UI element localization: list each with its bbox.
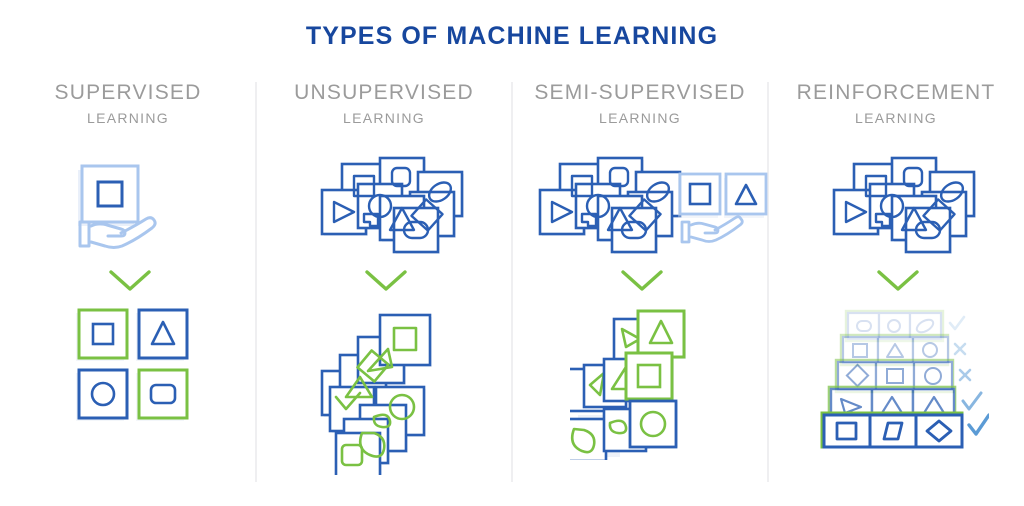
reinforcement-chevron-down-icon: [877, 270, 919, 291]
supervised-output-grid: [76, 308, 189, 421]
stage-unsupervised: [256, 0, 512, 506]
stage-semi-supervised: [512, 0, 768, 506]
supervised-input-icon: [78, 164, 157, 249]
unsupervised-chevron-down-icon: [365, 270, 407, 291]
semi-supervised-labeled-examples: [678, 172, 768, 244]
column-reinforcement: REINFORCEMENT LEARNING: [768, 0, 1024, 506]
stage-supervised: [0, 0, 256, 506]
column-supervised: SUPERVISED LEARNING: [0, 0, 256, 506]
infographic-canvas: TYPES OF MACHINE LEARNING SUPERVISED LEA…: [0, 0, 1024, 506]
supervised-chevron-down-icon: [109, 270, 151, 291]
unsupervised-input-cluster: [320, 156, 464, 254]
output-card: [77, 308, 129, 360]
columns-container: SUPERVISED LEARNING UNSUPERVISED LEARNIN…: [0, 0, 1024, 506]
reinforcement-input-cluster: [832, 156, 976, 254]
stage-reinforcement: [768, 0, 1024, 506]
unsupervised-output-clusters: [320, 313, 432, 475]
column-semi-supervised: SEMI-SUPERVISED LEARNING: [512, 0, 768, 506]
semi-supervised-input-cluster: [538, 156, 682, 254]
output-card: [137, 368, 189, 420]
output-card: [137, 308, 189, 360]
output-card: [77, 368, 129, 420]
semi-supervised-chevron-down-icon: [621, 270, 663, 291]
column-unsupervised: UNSUPERVISED LEARNING: [256, 0, 512, 506]
semi-supervised-output-clusters: [570, 309, 686, 460]
reinforcement-output-stack: [820, 309, 989, 449]
attempt-row: [820, 411, 989, 449]
